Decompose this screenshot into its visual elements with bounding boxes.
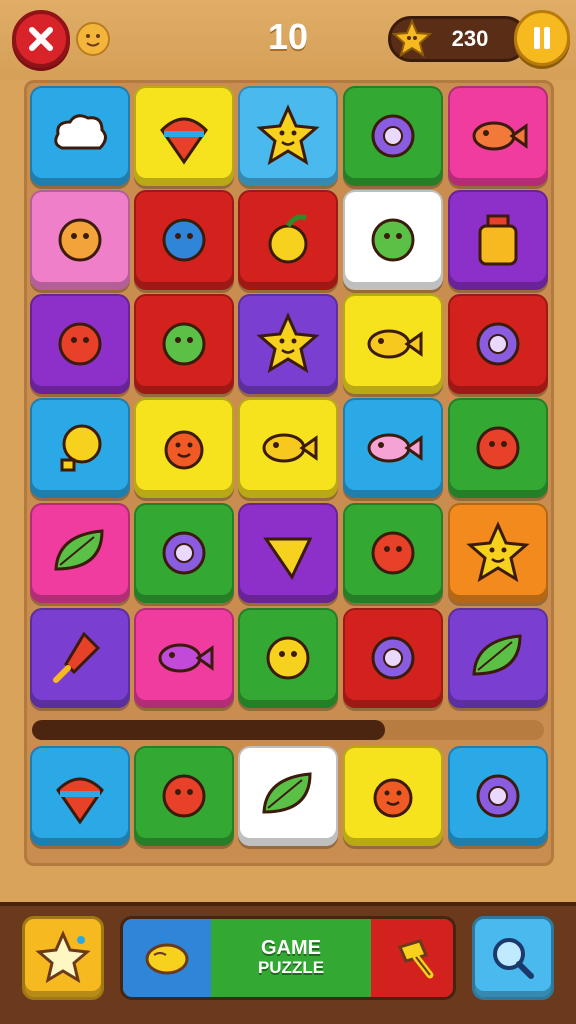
sun-face-icon bbox=[164, 430, 204, 470]
tile-r4-c0[interactable] bbox=[30, 503, 130, 603]
spinning-top-icon bbox=[160, 117, 208, 165]
tile-r1-c0[interactable] bbox=[30, 190, 130, 290]
tile-r0-c2[interactable] bbox=[238, 86, 338, 186]
green-blob-icon bbox=[371, 218, 415, 262]
star-power-icon bbox=[35, 930, 91, 984]
cheese-icon bbox=[263, 537, 313, 581]
red-ball-icon bbox=[371, 531, 415, 575]
tile-r1-c1[interactable] bbox=[134, 190, 234, 290]
yellow-fish-icon bbox=[262, 433, 318, 463]
tile-r1-c3[interactable] bbox=[343, 190, 443, 290]
hammer-icon bbox=[397, 939, 434, 979]
sun-face-icon bbox=[373, 778, 413, 818]
tile-r2-c2[interactable] bbox=[238, 294, 338, 394]
tile-r5-c0[interactable] bbox=[30, 608, 130, 708]
center-button-group: GAME PUZZLE bbox=[120, 916, 456, 1000]
yellow-blob-icon bbox=[266, 636, 310, 680]
tile-r0-c1[interactable] bbox=[134, 86, 234, 186]
compass-disc-icon bbox=[476, 774, 520, 818]
tile-r3-c4[interactable] bbox=[448, 398, 548, 498]
tomato-pin-icon bbox=[58, 322, 102, 366]
magnifier-icon bbox=[493, 938, 534, 979]
pause-button[interactable] bbox=[514, 10, 570, 66]
tile-r5-c1[interactable] bbox=[134, 608, 234, 708]
star-icon bbox=[392, 18, 432, 58]
tray-tile-r0-c1[interactable] bbox=[134, 746, 234, 846]
tile-r1-c2[interactable] bbox=[238, 190, 338, 290]
spinning-disc-icon bbox=[371, 114, 415, 158]
lemon-button[interactable] bbox=[123, 919, 211, 997]
tray-tile-r0-c3[interactable] bbox=[343, 746, 443, 846]
spinning-top-icon bbox=[56, 777, 104, 825]
tile-r3-c2[interactable] bbox=[238, 398, 338, 498]
close-icon bbox=[29, 27, 53, 51]
tile-r4-c2[interactable] bbox=[238, 503, 338, 603]
green-leaf-ball-icon bbox=[262, 772, 312, 814]
spinning-disc-icon bbox=[162, 531, 206, 575]
blue-bird-icon bbox=[162, 218, 206, 262]
progress-fill bbox=[32, 720, 386, 740]
dagger-icon bbox=[53, 631, 101, 683]
pause-icon bbox=[534, 27, 550, 49]
bulb-face-icon bbox=[60, 424, 102, 472]
tray-tile-r0-c2[interactable] bbox=[238, 746, 338, 846]
star-power-button[interactable] bbox=[22, 916, 104, 1000]
star-face-icon bbox=[466, 521, 530, 583]
game-label-line2: PUZZLE bbox=[257, 958, 325, 977]
tile-r1-c4[interactable] bbox=[448, 190, 548, 290]
coin-value: 230 bbox=[451, 26, 489, 51]
apple-icon bbox=[268, 214, 308, 264]
tray-tile-r0-c4[interactable] bbox=[448, 746, 548, 846]
purple-fish-icon bbox=[158, 643, 214, 673]
pink-fish-icon bbox=[367, 433, 423, 463]
jar-icon bbox=[478, 214, 518, 266]
tile-r3-c0[interactable] bbox=[30, 398, 130, 498]
star-face-icon bbox=[256, 104, 320, 166]
tile-r3-c3[interactable] bbox=[343, 398, 443, 498]
fish-icon bbox=[472, 121, 528, 151]
cloud-icon bbox=[54, 114, 107, 150]
tray-tile-r0-c0[interactable] bbox=[30, 746, 130, 846]
leaf-icon bbox=[54, 529, 104, 571]
game-puzzle-label: GAME PUZZLE bbox=[258, 938, 324, 978]
tile-r4-c3[interactable] bbox=[343, 503, 443, 603]
game-puzzle-button[interactable]: GAME PUZZLE bbox=[211, 919, 371, 997]
lemon-icon bbox=[145, 943, 189, 975]
progress-bar bbox=[32, 720, 544, 740]
purple-spinner-icon bbox=[371, 636, 415, 680]
tile-r0-c0[interactable] bbox=[30, 86, 130, 186]
tile-r0-c4[interactable] bbox=[448, 86, 548, 186]
tile-r2-c1[interactable] bbox=[134, 294, 234, 394]
tile-r4-c4[interactable] bbox=[448, 503, 548, 603]
bird-icon bbox=[58, 218, 102, 262]
tile-r0-c3[interactable] bbox=[343, 86, 443, 186]
red-bird-icon bbox=[476, 426, 520, 470]
tile-r2-c4[interactable] bbox=[448, 294, 548, 394]
level-number: 10 bbox=[267, 16, 309, 57]
yellow-fish-icon bbox=[367, 329, 423, 359]
game-label-line1: GAME bbox=[260, 937, 321, 959]
tile-r4-c1[interactable] bbox=[134, 503, 234, 603]
smiley-icon bbox=[76, 22, 110, 56]
tile-r2-c0[interactable] bbox=[30, 294, 130, 394]
search-button[interactable] bbox=[472, 916, 554, 1000]
close-button[interactable] bbox=[12, 10, 70, 68]
tile-r5-c4[interactable] bbox=[448, 608, 548, 708]
tile-r5-c3[interactable] bbox=[343, 608, 443, 708]
tile-r3-c1[interactable] bbox=[134, 398, 234, 498]
tile-r5-c2[interactable] bbox=[238, 608, 338, 708]
green-bird-icon bbox=[162, 322, 206, 366]
green-leaf-icon bbox=[472, 634, 522, 676]
disc-spinner-icon bbox=[476, 322, 520, 366]
red-blob-icon bbox=[162, 774, 206, 818]
hammer-button[interactable] bbox=[371, 919, 453, 997]
star-face-icon bbox=[256, 312, 320, 374]
tile-r2-c3[interactable] bbox=[343, 294, 443, 394]
